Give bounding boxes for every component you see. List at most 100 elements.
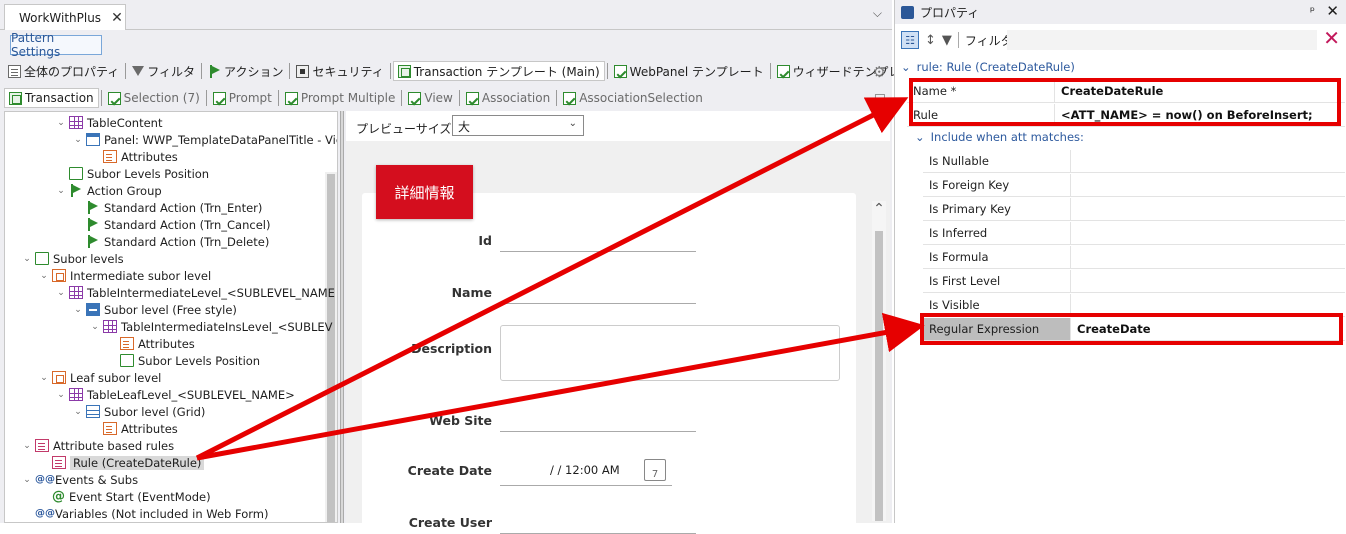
table-icon [103, 320, 117, 333]
toolbar-tab[interactable]: Selection (7) [104, 88, 204, 108]
tree-node[interactable]: @ Event Start (EventMode) [40, 488, 211, 505]
property-row[interactable]: Is First Level [923, 270, 1345, 293]
toolbar-separator [289, 63, 291, 79]
tree-node[interactable]: ⌄ Intermediate subor level [40, 267, 211, 284]
tree-node-label: TableLeafLevel_<SUBLEVEL_NAME> [87, 387, 295, 402]
tree-node[interactable]: ⌄ Leaf subor level [40, 369, 161, 386]
toolbar-tab[interactable]: アクション [204, 61, 287, 81]
tree-node[interactable]: ⌄ Attribute based rules [23, 437, 174, 454]
document-tab-workwithplus[interactable]: WorkWithPlus ✕ [4, 4, 126, 30]
gear-icon[interactable]: ⚙ [873, 63, 886, 81]
tree-node[interactable]: ⌄ TableLeafLevel_<SUBLEVEL_NAME> [57, 386, 295, 403]
expander-icon[interactable]: ⌄ [23, 254, 31, 264]
toolbar-tab-label: セキュリティ [312, 64, 384, 79]
clear-filter-icon[interactable]: ✕ [1323, 28, 1340, 48]
pattern-settings-button[interactable]: Pattern Settings [10, 31, 102, 59]
tree-node[interactable]: Standard Action (Trn_Enter) [74, 199, 262, 216]
expander-icon[interactable]: ⌄ [40, 271, 48, 281]
chevron-up-icon[interactable]: ⌃ [872, 201, 886, 217]
toolbar-tab[interactable]: セキュリティ [292, 61, 387, 81]
property-value[interactable] [1071, 222, 1345, 244]
filter-input[interactable] [1007, 30, 1317, 50]
property-row[interactable]: Is Nullable [923, 150, 1345, 173]
property-value[interactable] [1071, 270, 1345, 292]
new-item-icon[interactable]: ▭ [874, 89, 886, 104]
tree-node[interactable]: ⌄ Subor level (Grid) [74, 403, 205, 420]
tree-node[interactable]: ⌄ TableIntermediateLevel_<SUBLEVEL_NAME [57, 284, 335, 301]
toolbar-tab[interactable]: Transaction [4, 88, 99, 108]
preview-scroll-thumb[interactable] [875, 231, 883, 521]
property-value[interactable] [1071, 174, 1345, 196]
expander-icon[interactable]: ⌄ [91, 322, 99, 332]
expander-icon[interactable]: ⌄ [74, 135, 82, 145]
toolbar-tab[interactable]: Prompt Multiple [281, 88, 400, 108]
form-input[interactable] [500, 251, 696, 252]
tree-node[interactable]: @@ Variables (Not included in Web Form) [23, 505, 268, 522]
property-row[interactable]: Is Inferred [923, 222, 1345, 245]
toolbar-tab[interactable]: Association [462, 88, 554, 108]
expander-icon[interactable]: ⌄ [57, 118, 65, 128]
filter-icon[interactable]: ▼ [942, 33, 952, 48]
expander-icon[interactable]: ⌄ [57, 186, 65, 196]
toolbar-tab-label: WebPanel テンプレート [629, 64, 764, 79]
form-date-value[interactable]: / / 12:00 AM [550, 463, 620, 477]
tree-node[interactable]: Attributes [91, 148, 178, 165]
section-header-rule[interactable]: ⌄ rule: Rule (CreateDateRule) [901, 60, 1075, 74]
tree-node[interactable]: ⌄ TableContent [57, 114, 162, 131]
expander-icon[interactable]: ⌄ [23, 441, 31, 451]
tree-node[interactable]: ⌄ Action Group [57, 182, 161, 199]
tree-scrollbar[interactable] [325, 172, 337, 522]
panel-splitter[interactable] [340, 111, 344, 523]
tree-node[interactable]: Rule (CreateDateRule) [40, 454, 205, 471]
tree-node[interactable]: Attributes [108, 335, 195, 352]
toolbar-separator [606, 63, 608, 79]
expander-icon[interactable]: ⌄ [23, 475, 31, 485]
section-header-include[interactable]: ⌄ Include when att matches: [915, 130, 1084, 144]
form-input[interactable] [500, 303, 696, 304]
toolbar-tab[interactable]: Prompt [209, 88, 276, 108]
tree-node[interactable]: ⌄ Subor level (Free style) [74, 301, 237, 318]
webpanel-icon [776, 64, 790, 78]
toolbar-tab[interactable]: フィルタ [128, 61, 199, 81]
property-value[interactable] [1071, 198, 1345, 220]
form-input[interactable] [500, 431, 696, 432]
tree-node[interactable]: ⌄ Panel: WWP_TemplateDataPanelTitle - Vie… [74, 131, 337, 148]
close-icon[interactable]: ✕ [1326, 2, 1339, 20]
toolbar-tab[interactable]: View [404, 88, 456, 108]
calendar-icon[interactable]: 7 [644, 459, 666, 481]
toolbar-tab[interactable]: AssociationSelection [559, 88, 707, 108]
toolbar-tab-label: Prompt Multiple [300, 91, 396, 105]
form-textarea[interactable] [500, 325, 840, 381]
rule-icon [52, 456, 66, 469]
toolbar-tab[interactable]: 全体のプロパティ [4, 61, 123, 81]
preview-size-select[interactable]: 大 ⌄ [452, 115, 584, 136]
property-row[interactable]: Is Formula [923, 246, 1345, 269]
preview-scrollbar[interactable]: ⌃ [872, 201, 886, 521]
tree-node[interactable]: ⌄ @@ Events & Subs [23, 471, 138, 488]
tree-node[interactable]: Attributes [91, 420, 178, 437]
pin-icon[interactable]: ᵖ [1310, 4, 1315, 18]
property-value[interactable] [1071, 150, 1345, 172]
property-value[interactable] [1071, 246, 1345, 268]
property-row[interactable]: Is Primary Key [923, 198, 1345, 221]
property-row[interactable]: Is Foreign Key [923, 174, 1345, 197]
expander-icon[interactable]: ⌄ [74, 305, 82, 315]
tree-node[interactable]: Standard Action (Trn_Cancel) [74, 216, 270, 233]
transaction-icon [9, 91, 22, 105]
expander-icon[interactable]: ⌄ [74, 407, 82, 417]
tree-node[interactable]: ⌄ Subor levels [23, 250, 123, 267]
toolbar-tab[interactable]: Transaction テンプレート (Main) [392, 61, 605, 81]
toolbar-separator [458, 90, 460, 106]
tree-node[interactable]: Standard Action (Trn_Delete) [74, 233, 269, 250]
toolbar-tab[interactable]: WebPanel テンプレート [610, 61, 768, 81]
tree-node[interactable]: ⌄ TableIntermediateInsLevel_<SUBLEV [91, 318, 332, 335]
expander-icon[interactable]: ⌄ [57, 288, 65, 298]
expander-icon[interactable]: ⌄ [40, 373, 48, 383]
close-tab-icon[interactable]: ✕ [111, 10, 123, 26]
expander-icon[interactable]: ⌄ [57, 390, 65, 400]
tree-node[interactable]: Subor Levels Position [108, 352, 260, 369]
categorized-icon[interactable]: ☷ [901, 31, 919, 49]
chevron-down-icon[interactable]: ⌵ [873, 6, 882, 21]
tree-node[interactable]: Subor Levels Position [57, 165, 209, 182]
sort-alpha-icon[interactable]: ↕ [925, 33, 936, 48]
